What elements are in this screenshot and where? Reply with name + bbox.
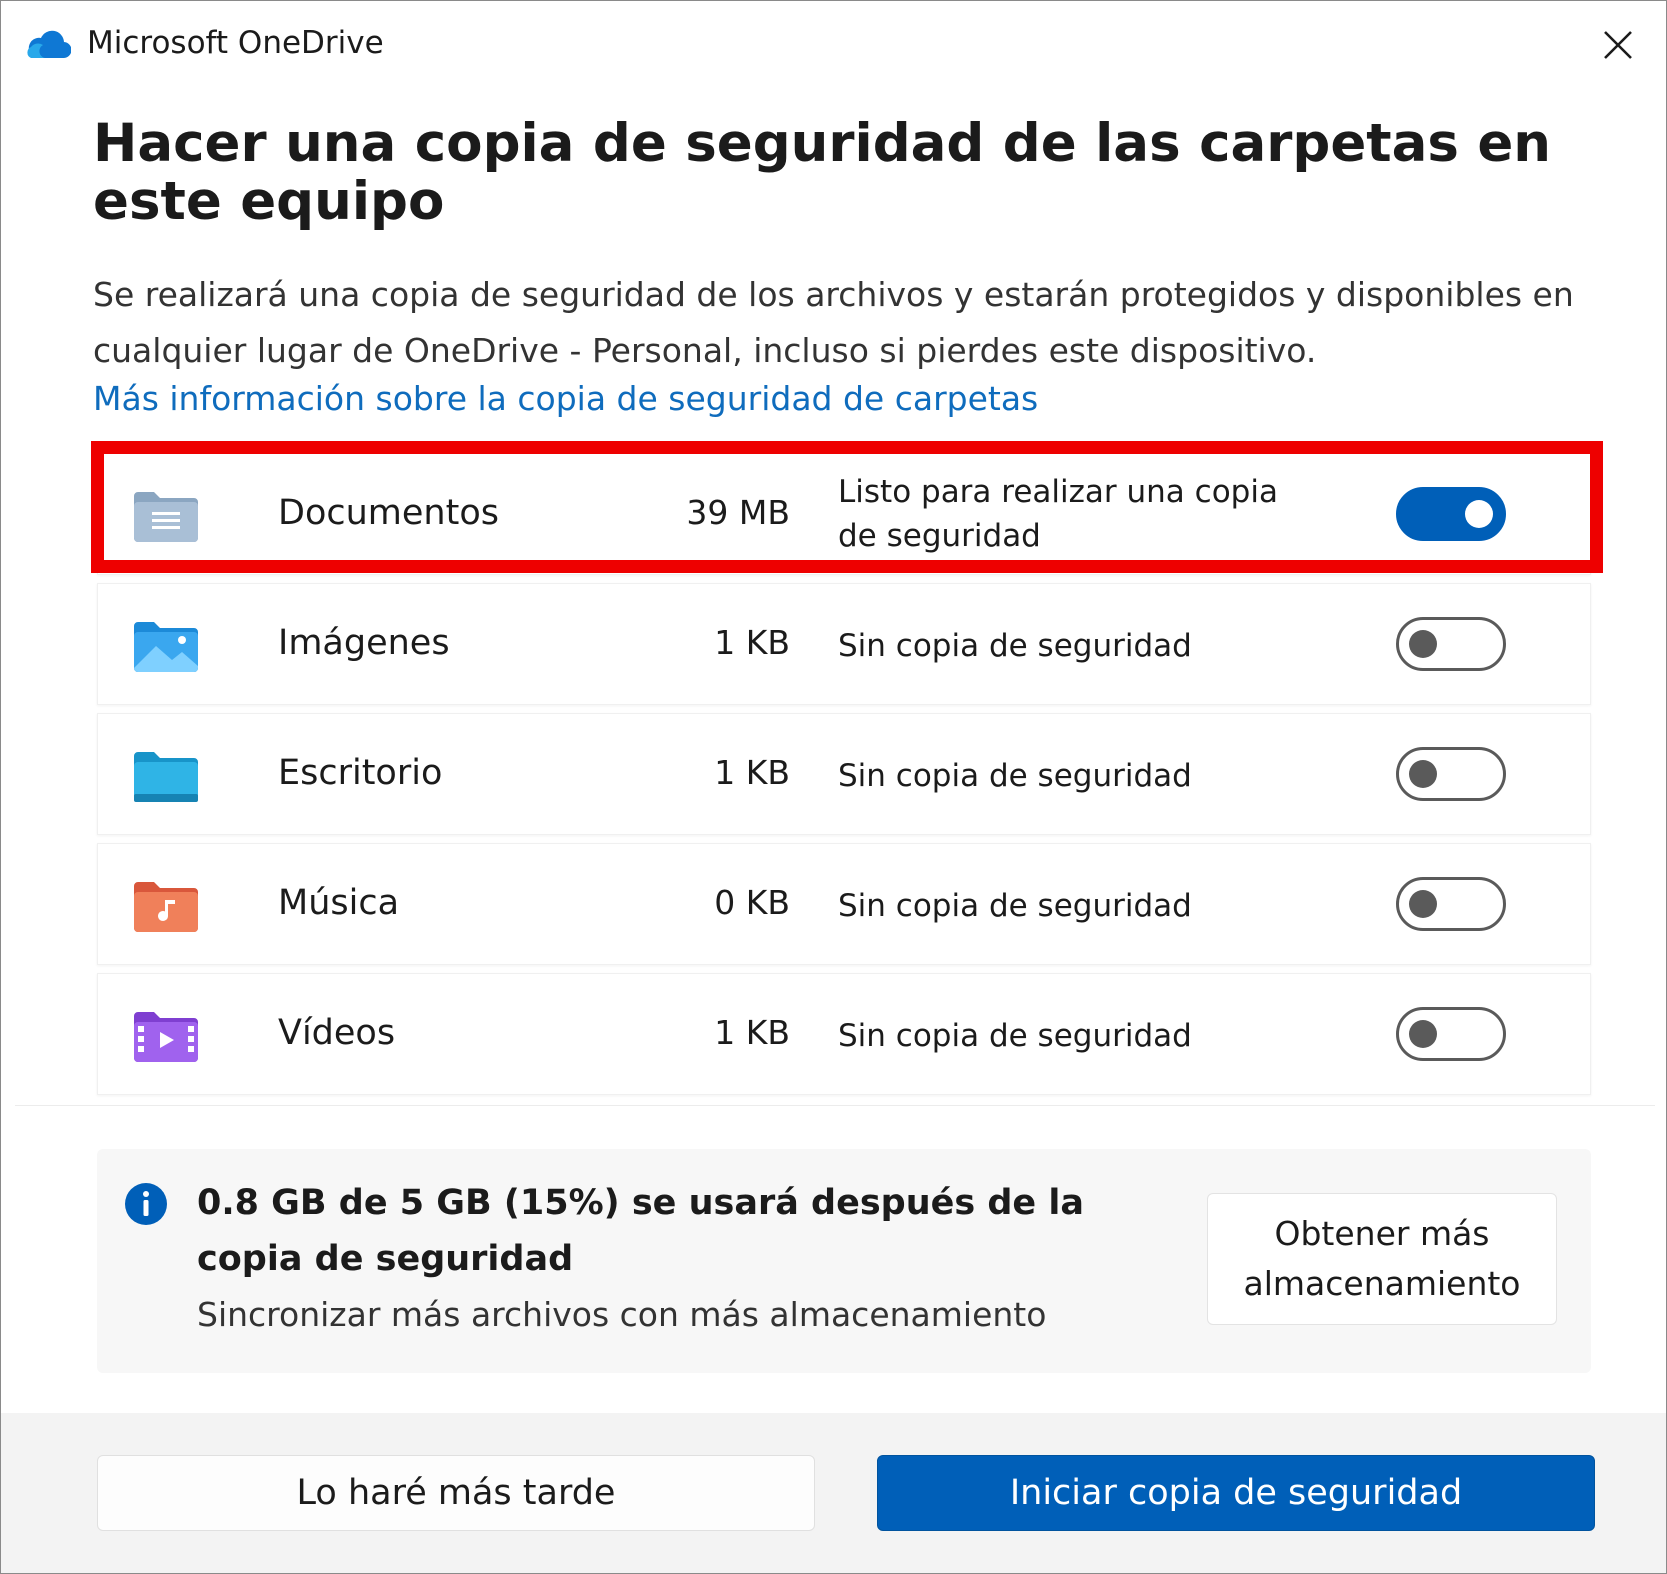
onedrive-cloud-icon [25, 29, 72, 59]
title-bar: Microsoft OneDrive [1, 1, 1666, 93]
info-icon [123, 1181, 169, 1227]
backup-toggle-videos[interactable] [1396, 1007, 1506, 1061]
folder-size: 0 KB [714, 883, 790, 922]
toggle-knob [1409, 630, 1437, 658]
toggle-knob [1409, 760, 1437, 788]
folder-status: Sin copia de seguridad [838, 628, 1192, 664]
close-button[interactable] [1590, 19, 1646, 71]
backup-toggle-escritorio[interactable] [1396, 747, 1506, 801]
folder-name: Vídeos [278, 1013, 396, 1053]
folder-status: Sin copia de seguridad [838, 1018, 1192, 1054]
folder-row-musica: Música 0 KB Sin copia de seguridad [97, 843, 1591, 965]
desktop-folder-icon [132, 748, 200, 804]
folder-size: 1 KB [714, 623, 790, 662]
documents-folder-icon [132, 488, 200, 544]
folder-row-documentos: Documentos 39 MB Listo para realizar una… [97, 453, 1591, 575]
window-title: Microsoft OneDrive [87, 25, 384, 61]
description-text: Se realizará una copia de seguridad de l… [93, 275, 1574, 370]
folder-status: Listo para realizar una copia de segurid… [838, 474, 1278, 554]
folder-size: 39 MB [686, 493, 790, 532]
folder-status: Sin copia de seguridad [838, 888, 1192, 924]
folder-name: Escritorio [278, 753, 443, 793]
toggle-knob [1465, 500, 1493, 528]
onedrive-backup-dialog: Microsoft OneDrive Hacer una copia de se… [0, 0, 1667, 1574]
folder-list: Documentos 39 MB Listo para realizar una… [1, 441, 1666, 1106]
list-divider [15, 1105, 1655, 1106]
folder-status: Sin copia de seguridad [838, 758, 1192, 794]
start-backup-button[interactable]: Iniciar copia de seguridad [877, 1455, 1595, 1531]
folder-size: 1 KB [714, 1013, 790, 1052]
backup-toggle-documentos[interactable] [1396, 487, 1506, 541]
folder-name: Imágenes [278, 623, 450, 663]
page-title: Hacer una copia de seguridad de las carp… [93, 113, 1552, 232]
folder-size: 1 KB [714, 753, 790, 792]
folder-row-videos: Vídeos 1 KB Sin copia de seguridad [97, 973, 1591, 1095]
music-folder-icon [132, 878, 200, 934]
folder-row-escritorio: Escritorio 1 KB Sin copia de seguridad [97, 713, 1591, 835]
storage-summary: 0.8 GB de 5 GB (15%) se usará después de… [197, 1183, 1084, 1279]
storage-info-panel: 0.8 GB de 5 GB (15%) se usará después de… [97, 1149, 1591, 1373]
backup-toggle-musica[interactable] [1396, 877, 1506, 931]
folder-name: Documentos [278, 493, 499, 533]
learn-more-link[interactable]: Más información sobre la copia de seguri… [93, 379, 1038, 418]
close-icon [1604, 31, 1632, 59]
later-button[interactable]: Lo haré más tarde [97, 1455, 815, 1531]
toggle-knob [1409, 1020, 1437, 1048]
folder-row-imagenes: Imágenes 1 KB Sin copia de seguridad [97, 583, 1591, 705]
get-more-storage-button[interactable]: Obtener más almacenamiento [1207, 1193, 1557, 1325]
dialog-footer: Lo haré más tarde Iniciar copia de segur… [1, 1413, 1666, 1573]
storage-hint: Sincronizar más archivos con más almacen… [197, 1295, 1047, 1334]
toggle-knob [1409, 890, 1437, 918]
backup-toggle-imagenes[interactable] [1396, 617, 1506, 671]
pictures-folder-icon [132, 618, 200, 674]
videos-folder-icon [132, 1008, 200, 1064]
folder-name: Música [278, 883, 400, 923]
